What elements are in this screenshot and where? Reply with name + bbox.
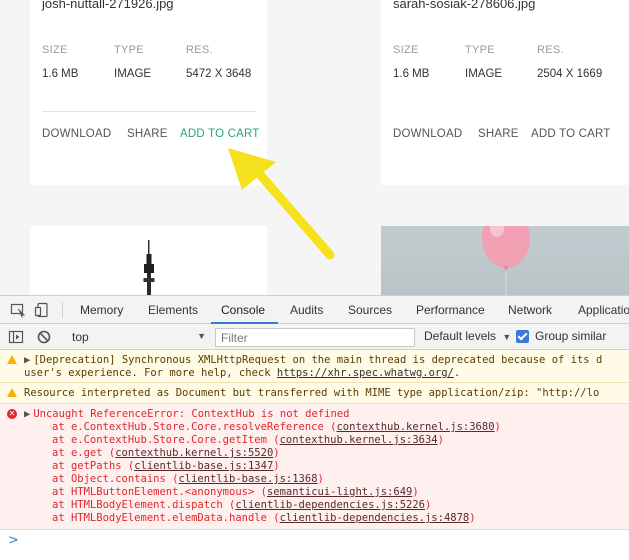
stack-frame: at HTMLButtonElement.<anonymous> (semant… <box>52 486 419 498</box>
expand-caret-icon[interactable]: ▶ <box>24 354 30 366</box>
console-warning: Resource interpreted as Document but tra… <box>0 383 629 404</box>
stack-function: at e.ContextHub.Store.Core.resolveRefere… <box>52 421 324 433</box>
stack-frame: at e.get (contexthub.kernel.js:5520) <box>52 447 280 459</box>
warning-icon <box>7 388 17 397</box>
warning-message: [Deprecation] Synchronous XMLHttpRequest… <box>33 354 603 366</box>
toolbar-divider <box>62 302 63 318</box>
tab-elements[interactable]: Elements <box>148 303 198 317</box>
group-similar-checkbox[interactable] <box>516 330 529 343</box>
error-message: Uncaught ReferenceError: ContextHub is n… <box>33 408 350 420</box>
log-levels-label: Default levels <box>424 329 497 343</box>
log-levels-dropdown[interactable]: Default levels ▼ <box>424 329 511 343</box>
tab-memory[interactable]: Memory <box>80 303 123 317</box>
error-icon: ✕ <box>7 409 17 419</box>
warning-message-cont: user's experience. For more help, check <box>24 367 277 379</box>
web-page-area: josh-nuttall-271926.jpg SIZE TYPE RES. 1… <box>0 0 629 295</box>
warning-message: Resource interpreted as Document but tra… <box>24 387 600 399</box>
dropdown-arrow-icon: ▼ <box>502 332 512 342</box>
stack-function: at getPaths <box>52 460 122 472</box>
devtools-tab-bar: Memory Elements Console Audits Sources P… <box>0 296 629 324</box>
tab-audits[interactable]: Audits <box>290 303 323 317</box>
stack-function: at HTMLBodyElement.dispatch <box>52 499 223 511</box>
yellow-arrow-annotation <box>228 148 335 260</box>
console-output: ▶ [Deprecation] Synchronous XMLHttpReques… <box>0 350 629 552</box>
group-similar-label: Group similar <box>535 329 607 343</box>
dropdown-arrow-icon: ▼ <box>197 331 206 341</box>
inspect-icon[interactable] <box>10 302 26 318</box>
console-filter-input[interactable] <box>215 328 415 347</box>
stack-frame: at e.ContextHub.Store.Core.getItem (cont… <box>52 434 444 446</box>
stack-function: at HTMLBodyElement.elemData.handle <box>52 512 267 524</box>
source-link[interactable]: clientlib-dependencies.js:4878 <box>280 512 470 524</box>
source-link[interactable]: contexthub.kernel.js:3680 <box>336 421 494 433</box>
stack-function: at Object.contains <box>52 473 166 485</box>
console-prompt-row[interactable]: > <box>0 530 629 552</box>
source-link[interactable]: contexthub.kernel.js:3634 <box>280 434 438 446</box>
stack-function: at e.get <box>52 447 103 459</box>
source-link[interactable]: clientlib-dependencies.js:5226 <box>235 499 425 511</box>
stack-function: at e.ContextHub.Store.Core.getItem <box>52 434 267 446</box>
source-link[interactable]: semanticui-light.js:649 <box>267 486 412 498</box>
source-link[interactable]: clientlib-base.js:1347 <box>134 460 273 472</box>
warning-icon <box>7 355 17 364</box>
device-toolbar-icon[interactable] <box>34 302 50 318</box>
source-link[interactable]: clientlib-base.js:1368 <box>178 473 317 485</box>
expand-caret-icon[interactable]: ▶ <box>24 408 30 420</box>
tab-performance[interactable]: Performance <box>416 303 485 317</box>
console-toolbar: top ▼ Default levels ▼ Group similar <box>0 324 629 350</box>
warning-message-end: . <box>453 367 461 379</box>
tab-sources[interactable]: Sources <box>348 303 392 317</box>
stack-frame: at e.ContextHub.Store.Core.resolveRefere… <box>52 421 501 433</box>
xhr-spec-link[interactable]: https://xhr.spec.whatwg.org/ <box>277 367 454 379</box>
tab-console[interactable]: Console <box>221 303 265 317</box>
stack-frame: at HTMLBodyElement.dispatch (clientlib-d… <box>52 499 432 511</box>
tab-network[interactable]: Network <box>508 303 552 317</box>
console-prompt[interactable]: > <box>8 533 19 548</box>
tab-application[interactable]: Applicatio <box>578 303 629 317</box>
sidebar-toggle-icon[interactable] <box>8 329 24 345</box>
context-selector[interactable]: top ▼ <box>62 328 210 346</box>
console-warning: ▶ [Deprecation] Synchronous XMLHttpReques… <box>0 350 629 383</box>
stack-function: at HTMLButtonElement.<anonymous> <box>52 486 255 498</box>
source-link[interactable]: contexthub.kernel.js:5520 <box>115 447 273 459</box>
devtools-panel: Memory Elements Console Audits Sources P… <box>0 295 629 560</box>
clear-console-icon[interactable] <box>36 329 52 345</box>
context-value: top <box>72 330 89 344</box>
console-error: ✕ ▶ Uncaught ReferenceError: ContextHub i… <box>0 404 629 530</box>
stack-frame: at HTMLBodyElement.elemData.handle (clie… <box>52 512 476 524</box>
stack-frame: at getPaths (clientlib-base.js:1347) <box>52 460 280 472</box>
stack-frame: at Object.contains (clientlib-base.js:13… <box>52 473 324 485</box>
